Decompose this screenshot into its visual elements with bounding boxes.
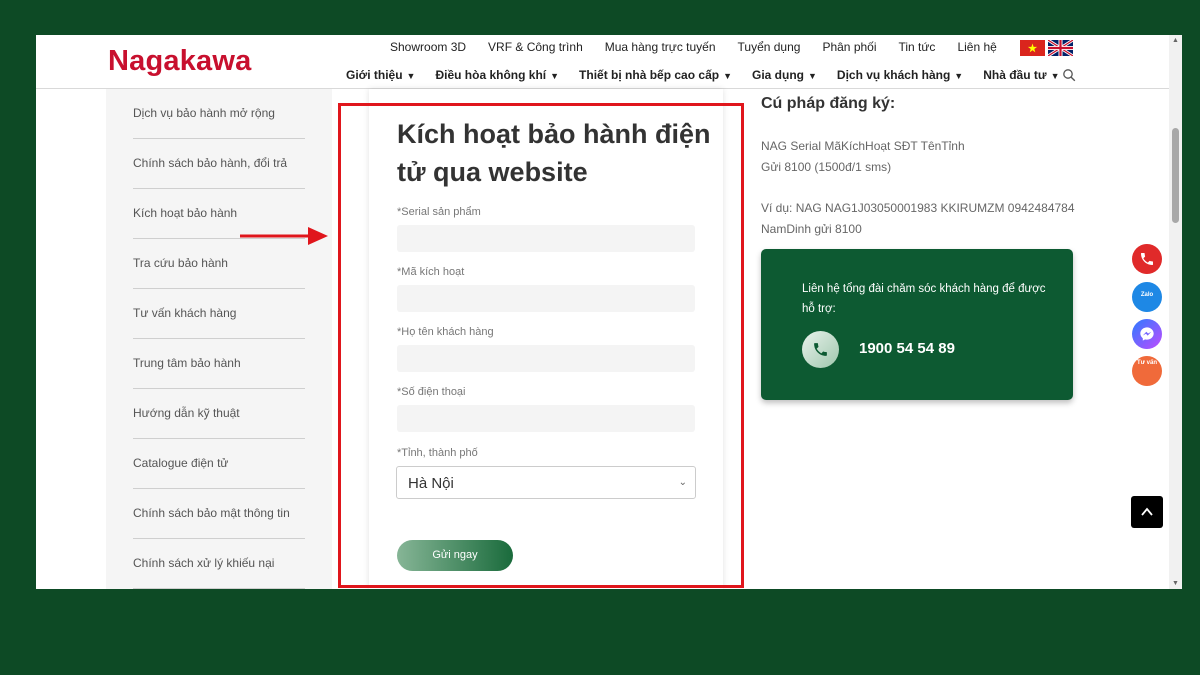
zalo-icon: Zalo xyxy=(1140,292,1154,298)
customer-name-input[interactable] xyxy=(397,345,695,372)
search-icon[interactable] xyxy=(1062,68,1076,82)
sidebar: Dịch vụ bảo hành mở rộng Chính sách bảo … xyxy=(106,89,332,589)
province-selected-value: Hà Nội xyxy=(408,475,454,492)
sidebar-item-complaint-policy[interactable]: Chính sách xử lý khiếu nại xyxy=(133,539,305,589)
top-nav-careers[interactable]: Tuyển dụng xyxy=(738,40,801,54)
syntax-title: Cú pháp đăng ký: xyxy=(761,95,896,112)
main-nav-investors[interactable]: Nhà đầu tư ▼ xyxy=(983,68,1059,82)
hotline-number[interactable]: 1900 54 54 89 xyxy=(859,340,955,357)
chevron-down-icon: ▼ xyxy=(954,71,964,81)
main-nav-about[interactable]: Giới thiệu ▼ xyxy=(346,68,415,82)
top-nav-showroom[interactable]: Showroom 3D xyxy=(390,40,466,54)
chevron-down-icon: ▼ xyxy=(808,71,817,81)
consult-icon: Tư vấn xyxy=(1136,360,1157,366)
serial-input[interactable] xyxy=(397,225,695,252)
floating-zalo-button[interactable]: Zalo xyxy=(1132,282,1162,312)
contact-card: Liên hệ tổng đài chăm sóc khách hàng để … xyxy=(761,249,1073,400)
messenger-icon xyxy=(1140,327,1154,341)
chevron-down-icon: ▼ xyxy=(406,71,416,81)
activation-code-label: *Mã kích hoạt xyxy=(397,266,465,278)
main-nav-air-conditioner[interactable]: Điều hòa không khí ▼ xyxy=(435,68,559,82)
sidebar-item-warranty-center[interactable]: Trung tâm bảo hành xyxy=(133,339,305,389)
top-nav-news[interactable]: Tin tức xyxy=(899,40,936,54)
floating-phone-button[interactable] xyxy=(1132,244,1162,274)
top-nav-contact[interactable]: Liên hệ xyxy=(957,40,996,54)
main-nav-customer-service[interactable]: Dịch vụ khách hàng ▼ xyxy=(837,68,963,82)
chevron-down-icon: ▼ xyxy=(723,71,732,81)
syntax-line-2: Gửi 8100 (1500đ/1 sms) xyxy=(761,160,892,174)
arrow-right-icon xyxy=(240,227,328,245)
language-switcher xyxy=(1020,40,1073,56)
phone-icon[interactable] xyxy=(802,331,839,368)
submit-button[interactable]: Gửi ngay xyxy=(397,540,513,571)
floating-messenger-button[interactable] xyxy=(1132,319,1162,349)
warranty-activation-form: Kích hoạt bảo hành điện tử qua website *… xyxy=(369,89,723,589)
scroll-down-icon[interactable]: ▼ xyxy=(1172,580,1179,587)
main-nav-kitchen[interactable]: Thiết bị nhà bếp cao cấp ▼ xyxy=(579,68,732,82)
chevron-down-icon: ▼ xyxy=(550,71,560,81)
chevron-down-icon: ▼ xyxy=(1050,71,1060,81)
province-select[interactable]: Hà Nội ⌄ xyxy=(396,466,696,499)
scroll-up-icon[interactable]: ▲ xyxy=(1172,37,1179,44)
back-to-top-button[interactable] xyxy=(1131,496,1163,528)
site-logo[interactable]: Nagakawa xyxy=(108,45,251,78)
sidebar-item-consulting[interactable]: Tư vấn khách hàng xyxy=(133,289,305,339)
province-label: *Tỉnh, thành phố xyxy=(397,447,478,459)
site-header: Nagakawa Showroom 3D VRF & Công trình Mu… xyxy=(36,35,1169,89)
top-nav-online-shop[interactable]: Mua hàng trực tuyến xyxy=(605,40,716,54)
form-title: Kích hoạt bảo hành điện tử qua website xyxy=(397,119,711,187)
sidebar-item-catalogue[interactable]: Catalogue điện tử xyxy=(133,439,305,489)
vietnam-flag-icon[interactable] xyxy=(1020,40,1045,56)
sidebar-item-extended-warranty[interactable]: Dịch vụ bảo hành mở rộng xyxy=(133,89,305,139)
syntax-example-2: NamDinh gửi 8100 xyxy=(761,222,862,236)
floating-consult-button[interactable]: Tư vấn xyxy=(1132,356,1162,386)
main-nav: Giới thiệu ▼ Điều hòa không khí ▼ Thiết bị… xyxy=(346,68,1079,82)
activation-code-input[interactable] xyxy=(397,285,695,312)
main-nav-home-appliances[interactable]: Gia dụng ▼ xyxy=(752,68,817,82)
chevron-up-icon xyxy=(1141,507,1153,516)
chevron-down-icon: ⌄ xyxy=(678,477,687,488)
uk-flag-icon[interactable] xyxy=(1048,40,1073,56)
syntax-example-1: Ví dụ: NAG NAG1J03050001983 KKIRUMZM 094… xyxy=(761,201,1075,215)
sidebar-item-technical-guide[interactable]: Hướng dẫn kỹ thuật xyxy=(133,389,305,439)
top-nav-vrf[interactable]: VRF & Công trình xyxy=(488,40,583,54)
contact-text: Liên hệ tổng đài chăm sóc khách hàng để … xyxy=(802,283,1046,315)
top-nav: Showroom 3D VRF & Công trình Mua hàng tr… xyxy=(390,40,1019,54)
top-nav-distribution[interactable]: Phân phối xyxy=(822,40,876,54)
sidebar-item-privacy-policy[interactable]: Chính sách bảo mật thông tin xyxy=(133,489,305,539)
phone-icon xyxy=(1141,253,1153,265)
customer-name-label: *Họ tên khách hàng xyxy=(397,326,494,338)
phone-label: *Số điện thoại xyxy=(397,386,466,398)
syntax-line-1: NAG Serial MãKíchHoạt SĐT TênTỉnh xyxy=(761,139,965,153)
phone-input[interactable] xyxy=(397,405,695,432)
serial-label: *Serial sản phẩm xyxy=(397,206,481,218)
page-scrollbar[interactable]: ▲ ▼ xyxy=(1169,35,1182,589)
browser-viewport: Nagakawa Showroom 3D VRF & Công trình Mu… xyxy=(36,35,1182,589)
sidebar-item-warranty-policy[interactable]: Chính sách bảo hành, đổi trả xyxy=(133,139,305,189)
scrollbar-thumb[interactable] xyxy=(1172,128,1179,223)
